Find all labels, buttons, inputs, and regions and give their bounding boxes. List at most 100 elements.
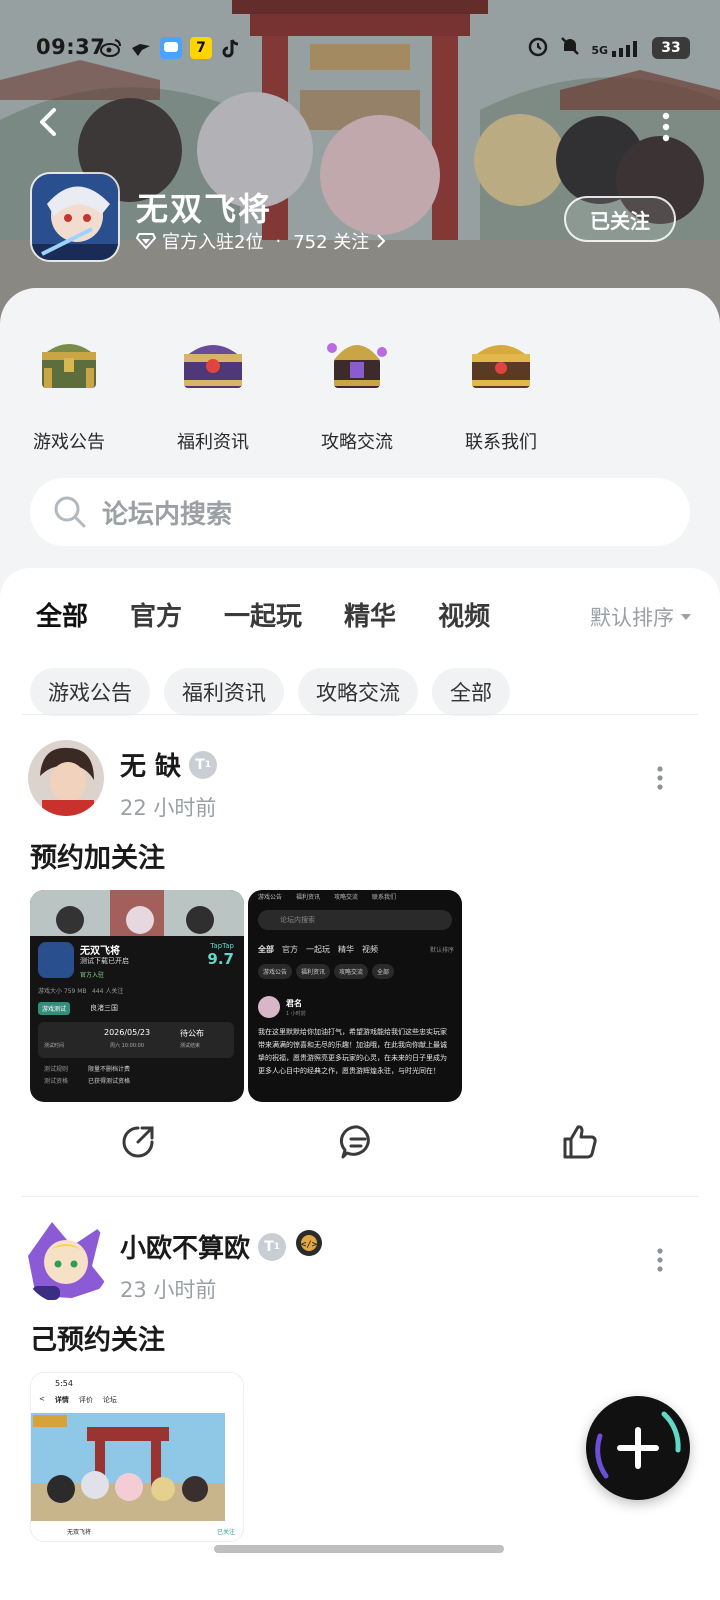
chip-guides[interactable]: 攻略交流 xyxy=(298,668,418,716)
more-vertical-icon[interactable] xyxy=(656,766,664,790)
separator-dot: · xyxy=(275,230,282,252)
followers-link[interactable]: 752 关注 xyxy=(293,228,369,254)
game-subtitle: 官方入驻2位 · 752 关注 xyxy=(136,228,387,254)
mini-weekday: 周六 10:00:00 xyxy=(110,1043,145,1049)
mini-nav-item: 视频 xyxy=(362,945,378,954)
weibo-icon xyxy=(100,37,122,59)
mini-avatar xyxy=(258,996,280,1018)
tab-official[interactable]: 官方 xyxy=(130,596,182,633)
mini-end-sub: 测试结束 xyxy=(180,1043,201,1049)
post-username: 小欧不算欧 T1 </> xyxy=(120,1228,324,1265)
fab-ring xyxy=(595,1411,681,1479)
diamond-badge-icon xyxy=(136,233,156,250)
mini-nav-item: 全部 xyxy=(258,945,274,954)
seven-app-icon: 7 xyxy=(190,37,212,59)
username[interactable]: 小欧不算欧 xyxy=(120,1228,250,1265)
mini-test-time: 测试时间 xyxy=(44,1043,65,1049)
chip-all[interactable]: 全部 xyxy=(432,668,510,716)
home-indicator[interactable] xyxy=(214,1545,504,1553)
mini-nav-item: 一起玩 xyxy=(306,945,330,954)
post-image-screenshot-forum[interactable]: 游戏公告 福利资讯 攻略交流 联系我们 论坛内搜索 全部 官方 一起玩 精华 视… xyxy=(248,890,462,1102)
status-right: 5G 33 xyxy=(527,35,690,61)
svg-text:</>: </> xyxy=(301,1240,318,1250)
mute-bell-icon xyxy=(559,35,581,61)
forum-search-box[interactable]: 论坛内搜索 xyxy=(30,478,690,546)
chip-announcements[interactable]: 游戏公告 xyxy=(30,668,150,716)
status-bar: 09:37 7 5G 33 xyxy=(0,32,720,64)
mini-tab: 论坛 xyxy=(102,1396,117,1404)
mini-user: 君名 xyxy=(286,999,302,1008)
more-menu-button[interactable] xyxy=(660,112,672,142)
chip-benefits[interactable]: 福利资讯 xyxy=(164,668,284,716)
avatar[interactable] xyxy=(28,740,104,816)
quick-link-contact[interactable]: 联系我们 xyxy=(460,328,542,454)
back-button[interactable] xyxy=(30,102,70,142)
comment-icon[interactable] xyxy=(338,1122,378,1162)
more-vertical-icon xyxy=(662,112,670,142)
quick-links: 游戏公告 福利资讯 攻略交流 联系我们 xyxy=(28,328,542,454)
gold-open-chest-icon xyxy=(327,343,387,388)
status-app-icons: 7 xyxy=(100,37,242,59)
mini-score: 9.7 xyxy=(207,950,234,968)
mini-tag-test: 游戏测试 xyxy=(38,1002,71,1015)
divider xyxy=(22,1196,698,1197)
mini-tag-name: 良渚三国 xyxy=(90,1004,118,1012)
game-banner-mini xyxy=(30,890,244,936)
quick-link-label: 游戏公告 xyxy=(33,432,105,453)
like-thumb-icon[interactable] xyxy=(560,1122,600,1162)
mini-nav-item: 官方 xyxy=(282,945,298,954)
create-post-button[interactable] xyxy=(586,1396,690,1500)
developer-badge-icon: </> xyxy=(294,1228,324,1265)
post-title: 己预约关注 xyxy=(30,1325,165,1356)
mini-search: 论坛内搜索 xyxy=(258,910,452,930)
mini-chip: 攻略交流 xyxy=(334,964,369,979)
tab-featured[interactable]: 精华 xyxy=(344,596,396,633)
more-vertical-icon[interactable] xyxy=(656,1248,664,1272)
mini-time: 1 小时前 xyxy=(286,1011,306,1017)
quick-link-benefits[interactable]: 福利资讯 xyxy=(172,328,254,454)
official-rank: 官方入驻2位 xyxy=(162,232,264,253)
mini-game-name: 无双飞将 xyxy=(67,1529,92,1536)
post-time: 22 小时前 xyxy=(120,796,217,820)
level-number: 1 xyxy=(273,1241,280,1252)
sort-label: 默认排序 xyxy=(590,606,674,630)
quick-link-announcements[interactable]: 游戏公告 xyxy=(28,328,110,454)
mini-back-icon: < xyxy=(39,1395,45,1403)
mini-detail-tabs: < 详情 评价 论坛 xyxy=(39,1395,117,1405)
purple-chest-icon xyxy=(184,345,242,388)
divider xyxy=(22,714,698,715)
mini-link: 攻略交流 xyxy=(334,894,359,901)
mini-game-icon xyxy=(38,942,74,978)
mini-game-title: 无双飞将 xyxy=(80,946,120,957)
follow-button[interactable]: 已关注 xyxy=(564,196,676,242)
green-chest-icon xyxy=(42,344,96,388)
feed-tabs: 全部 官方 一起玩 精华 视频 xyxy=(36,596,490,633)
battery-indicator: 33 xyxy=(652,37,690,59)
mini-quick-links: 游戏公告 福利资讯 攻略交流 联系我们 xyxy=(258,892,396,901)
signal-icon: 5G xyxy=(591,39,642,57)
level-badge: T1 xyxy=(258,1232,287,1261)
search-placeholder: 论坛内搜索 xyxy=(102,499,233,530)
mini-tab: 评价 xyxy=(78,1396,93,1404)
mini-date: 2026/05/23 xyxy=(104,1028,151,1037)
tiktok-icon xyxy=(220,37,242,59)
mini-score-brand: TapTap xyxy=(210,942,234,950)
avatar[interactable] xyxy=(22,1216,110,1304)
post-image-screenshot-game[interactable]: 无双飞将 测试下载已开启 官方入驻 TapTap 9.7 游戏大小 759 MB… xyxy=(30,890,244,1102)
post-image-screenshot-detail[interactable]: 5:54 < 详情 评价 论坛 无双飞将 已关注 xyxy=(30,1372,244,1542)
mini-chips: 游戏公告 福利资讯 攻略交流 全部 xyxy=(258,964,395,979)
mini-chip: 游戏公告 xyxy=(258,964,293,979)
tab-video[interactable]: 视频 xyxy=(438,596,490,633)
tab-all[interactable]: 全部 xyxy=(36,596,91,633)
bird-icon xyxy=(130,37,152,59)
tab-play-together[interactable]: 一起玩 xyxy=(224,596,302,633)
mini-sort: 默认排序 xyxy=(429,947,454,954)
post-title: 预约加关注 xyxy=(30,843,165,874)
quick-link-guides[interactable]: 攻略交流 xyxy=(316,328,398,454)
share-icon[interactable] xyxy=(118,1122,158,1162)
game-icon[interactable] xyxy=(30,172,120,262)
quick-link-label: 联系我们 xyxy=(465,432,537,453)
chevron-right-icon xyxy=(377,234,386,248)
username[interactable]: 无 缺 xyxy=(120,746,181,783)
sort-dropdown[interactable]: 默认排序 xyxy=(590,602,692,632)
